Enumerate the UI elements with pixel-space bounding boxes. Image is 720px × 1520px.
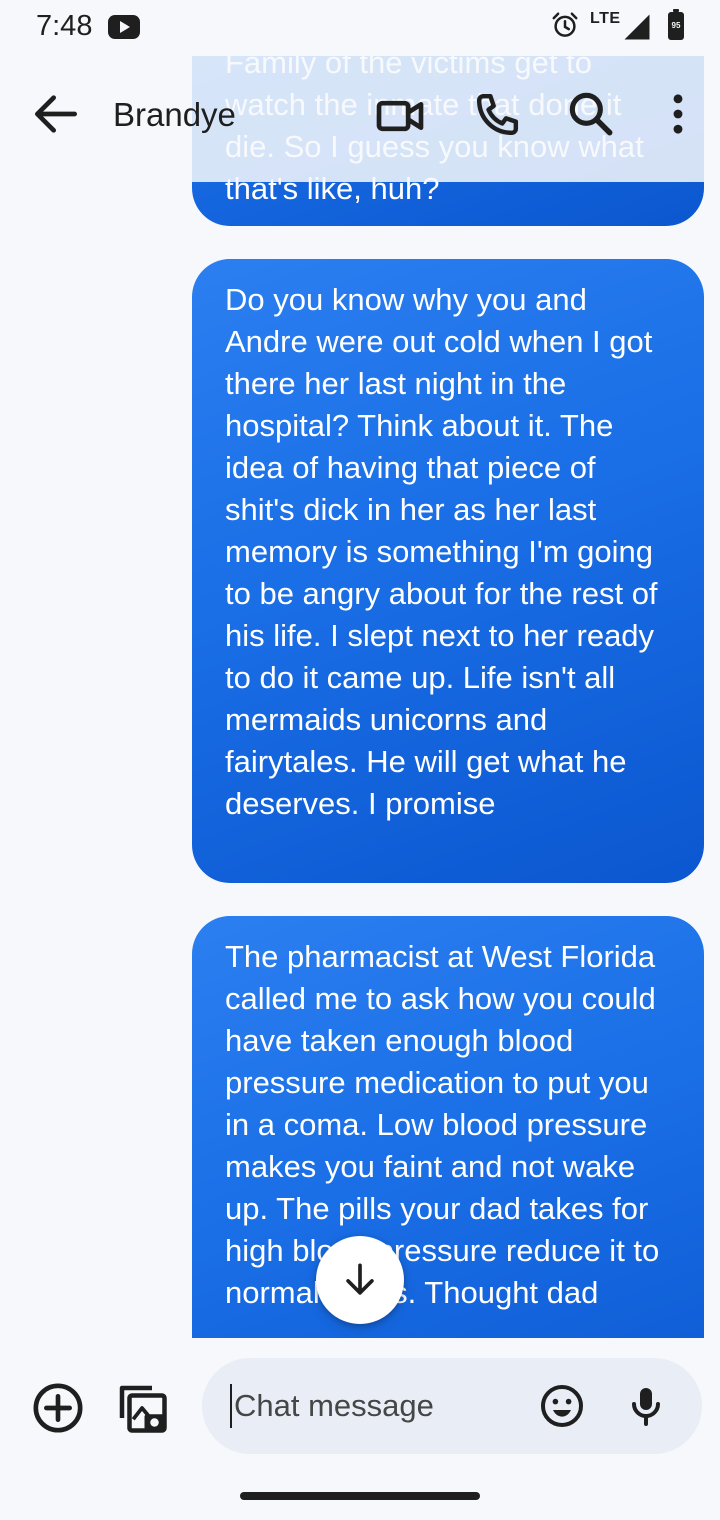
top-app-bar: Brandye bbox=[0, 56, 720, 182]
alarm-icon bbox=[552, 12, 578, 37]
add-attachment-button[interactable] bbox=[30, 1380, 86, 1436]
gallery-camera-button[interactable] bbox=[112, 1378, 172, 1438]
status-bar: 7:48 LTE 95 bbox=[0, 0, 720, 56]
voice-input-button[interactable] bbox=[622, 1382, 670, 1430]
arrow-down-icon bbox=[346, 1263, 374, 1295]
mic-icon bbox=[632, 1388, 660, 1426]
scroll-to-bottom-button[interactable] bbox=[316, 1236, 404, 1324]
video-call-icon bbox=[376, 100, 424, 132]
voice-call-button[interactable] bbox=[468, 88, 524, 144]
message-thread[interactable]: going to watch the rest kill him. Family… bbox=[0, 0, 720, 1338]
message-text: Do you know why you and Andre were out c… bbox=[225, 282, 658, 821]
more-vert-icon bbox=[673, 94, 683, 134]
message-input[interactable] bbox=[230, 1384, 520, 1428]
battery-level: 95 bbox=[671, 21, 681, 30]
phone-icon bbox=[476, 93, 519, 136]
back-button[interactable] bbox=[28, 86, 84, 142]
emoji-button[interactable] bbox=[538, 1382, 586, 1430]
status-time: 7:48 bbox=[36, 10, 93, 42]
search-button[interactable] bbox=[563, 86, 619, 142]
signal-icon bbox=[624, 14, 650, 40]
youtube-icon bbox=[108, 15, 140, 39]
emoji-icon bbox=[541, 1385, 583, 1427]
back-arrow-icon bbox=[35, 95, 77, 133]
search-icon bbox=[569, 92, 613, 136]
compose-bar bbox=[0, 1338, 720, 1520]
gesture-navigation-handle[interactable] bbox=[240, 1492, 480, 1500]
message-bubble[interactable]: The pharmacist at West Florida called me… bbox=[192, 916, 704, 1338]
gallery-icon bbox=[119, 1385, 167, 1433]
message-bubble[interactable]: Do you know why you and Andre were out c… bbox=[192, 259, 704, 883]
message-compose-field[interactable] bbox=[202, 1358, 702, 1454]
more-options-button[interactable] bbox=[650, 86, 706, 142]
video-call-button[interactable] bbox=[372, 88, 428, 144]
network-type-label: LTE bbox=[590, 10, 621, 27]
message-text: The pharmacist at West Florida called me… bbox=[225, 939, 660, 1310]
battery-icon: 95 bbox=[668, 9, 684, 40]
add-circle-icon bbox=[33, 1383, 83, 1433]
contact-name[interactable]: Brandye bbox=[113, 96, 236, 134]
